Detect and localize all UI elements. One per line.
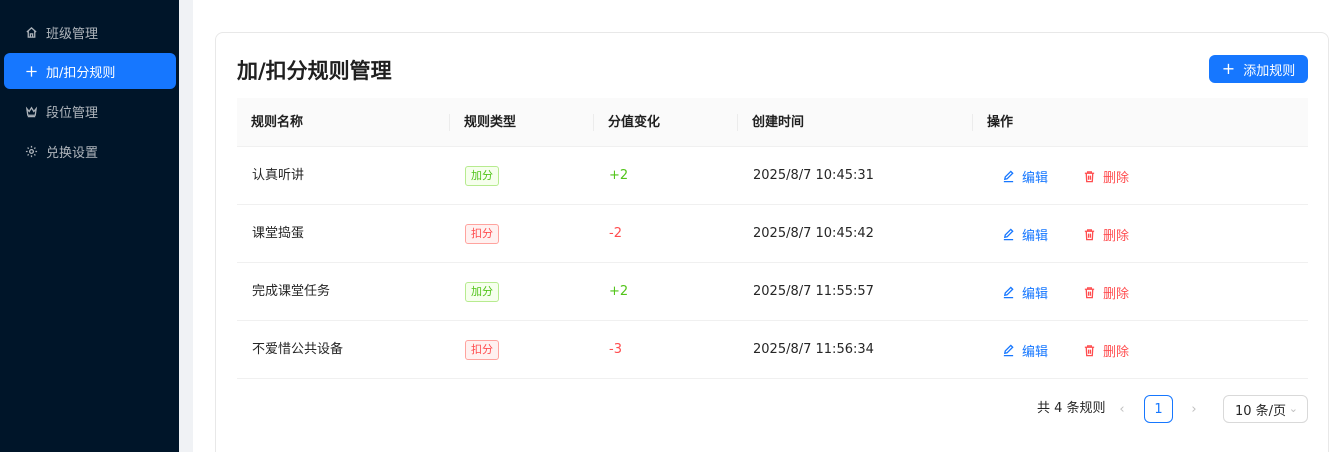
score-change: -3 bbox=[609, 342, 622, 357]
rule-name: 不爱惜公共设备 bbox=[252, 342, 344, 357]
gear-icon bbox=[24, 144, 38, 158]
chevron-down-icon: ⌄ bbox=[1288, 402, 1298, 415]
score-change: +2 bbox=[609, 168, 629, 183]
delete-button-label: 删除 bbox=[1103, 228, 1130, 244]
sidebar-item-class-management[interactable]: 班级管理 bbox=[4, 14, 176, 50]
edit-icon bbox=[1003, 227, 1014, 240]
created-time: 2025/8/7 10:45:42 bbox=[753, 226, 874, 241]
page-size-select[interactable]: 10 条/页 ⌄ bbox=[1223, 395, 1308, 423]
total-count: 共 4 条规则 bbox=[1037, 401, 1106, 416]
page-number-current[interactable]: 1 bbox=[1144, 395, 1173, 423]
edit-button-label: 编辑 bbox=[1022, 228, 1049, 244]
column-divider bbox=[737, 114, 738, 131]
trash-icon bbox=[1084, 344, 1095, 356]
add-rule-button-label: 添加规则 bbox=[1243, 63, 1296, 79]
sidebar-item-exchange-settings[interactable]: 兑换设置 bbox=[4, 133, 176, 169]
delete-button-label: 删除 bbox=[1103, 344, 1130, 360]
delete-button-label: 删除 bbox=[1103, 286, 1130, 302]
sidebar-item-label: 班级管理 bbox=[46, 26, 99, 42]
home-icon bbox=[24, 25, 38, 39]
content-gutter bbox=[179, 0, 193, 452]
column-divider bbox=[593, 114, 594, 131]
created-time: 2025/8/7 11:55:57 bbox=[753, 284, 874, 299]
rule-type-tag: 加分 bbox=[465, 282, 499, 302]
edit-button[interactable]: 编辑 bbox=[1002, 263, 1048, 321]
sidebar: 班级管理 加/扣分规则 段位管理 兑换设置 bbox=[0, 0, 179, 452]
delete-button[interactable]: 删除 bbox=[1083, 263, 1129, 321]
sidebar-item-label: 段位管理 bbox=[46, 105, 99, 121]
sidebar-item-rank-management[interactable]: 段位管理 bbox=[4, 93, 176, 129]
page-title: 加/扣分规则管理 bbox=[237, 59, 392, 83]
table-row: 不爱惜公共设备 扣分 -3 2025/8/7 11:56:34 编辑 删除 bbox=[237, 321, 1308, 379]
column-header-score-change: 分值变化 bbox=[608, 115, 661, 130]
rule-type-tag: 扣分 bbox=[465, 224, 499, 244]
crown-icon bbox=[24, 104, 38, 118]
edit-button-label: 编辑 bbox=[1022, 170, 1049, 186]
created-time: 2025/8/7 11:56:34 bbox=[753, 342, 874, 357]
edit-icon bbox=[1003, 285, 1014, 298]
page-size-value: 10 条/页 bbox=[1235, 403, 1287, 419]
column-divider bbox=[449, 114, 450, 131]
table-row: 认真听讲 加分 +2 2025/8/7 10:45:31 编辑 删除 bbox=[237, 147, 1308, 205]
chevron-right-icon: › bbox=[1191, 401, 1197, 417]
plus-icon: + bbox=[1221, 59, 1236, 78]
trash-icon bbox=[1084, 170, 1095, 182]
prev-page-button[interactable]: ‹ bbox=[1110, 397, 1134, 421]
delete-button[interactable]: 删除 bbox=[1083, 321, 1129, 379]
edit-icon bbox=[1003, 169, 1014, 182]
rule-name: 认真听讲 bbox=[252, 168, 305, 183]
delete-button[interactable]: 删除 bbox=[1083, 147, 1129, 205]
created-time: 2025/8/7 10:45:31 bbox=[753, 168, 874, 183]
delete-button-label: 删除 bbox=[1103, 170, 1130, 186]
rule-name: 完成课堂任务 bbox=[252, 284, 331, 299]
rule-name: 课堂捣蛋 bbox=[252, 226, 305, 241]
chevron-left-icon: ‹ bbox=[1119, 401, 1125, 417]
rule-type-tag: 扣分 bbox=[465, 340, 499, 360]
sidebar-item-label: 兑换设置 bbox=[46, 145, 99, 161]
next-page-button[interactable]: › bbox=[1182, 397, 1206, 421]
edit-button-label: 编辑 bbox=[1022, 344, 1049, 360]
edit-icon bbox=[1003, 343, 1014, 356]
table-row: 课堂捣蛋 扣分 -2 2025/8/7 10:45:42 编辑 删除 bbox=[237, 205, 1308, 263]
delete-button[interactable]: 删除 bbox=[1083, 205, 1129, 263]
plus-icon bbox=[24, 64, 38, 78]
trash-icon bbox=[1084, 228, 1095, 240]
column-divider bbox=[972, 114, 973, 131]
trash-icon bbox=[1084, 286, 1095, 298]
column-header-actions: 操作 bbox=[987, 115, 1014, 130]
edit-button[interactable]: 编辑 bbox=[1002, 205, 1048, 263]
table-header: 规则名称 规则类型 分值变化 创建时间 操作 bbox=[237, 98, 1308, 147]
add-rule-button[interactable]: + 添加规则 bbox=[1209, 55, 1308, 83]
column-header-created-time: 创建时间 bbox=[752, 115, 805, 130]
edit-button[interactable]: 编辑 bbox=[1002, 147, 1048, 205]
column-header-rule-type: 规则类型 bbox=[464, 115, 517, 130]
sidebar-item-label: 加/扣分规则 bbox=[46, 65, 116, 81]
edit-button[interactable]: 编辑 bbox=[1002, 321, 1048, 379]
rule-type-tag: 加分 bbox=[465, 166, 499, 186]
score-change: +2 bbox=[609, 284, 629, 299]
table-row: 完成课堂任务 加分 +2 2025/8/7 11:55:57 编辑 删除 bbox=[237, 263, 1308, 321]
sidebar-item-score-rules[interactable]: 加/扣分规则 bbox=[4, 53, 176, 89]
score-change: -2 bbox=[609, 226, 622, 241]
edit-button-label: 编辑 bbox=[1022, 286, 1049, 302]
column-header-rule-name: 规则名称 bbox=[251, 115, 304, 130]
